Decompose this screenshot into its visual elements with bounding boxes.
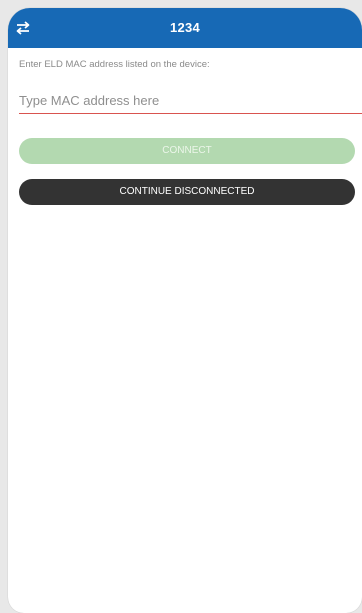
connect-button[interactable]: CONNECT	[19, 138, 355, 164]
app-header: 1234	[8, 8, 362, 48]
continue-disconnected-button[interactable]: CONTINUE DISCONNECTED	[19, 179, 355, 205]
app-screen: 1234 Enter ELD MAC address listed on the…	[8, 8, 362, 613]
mac-address-input[interactable]	[19, 88, 362, 114]
page-title: 1234	[169, 20, 201, 35]
mac-instruction-label: Enter ELD MAC address listed on the devi…	[19, 59, 210, 70]
